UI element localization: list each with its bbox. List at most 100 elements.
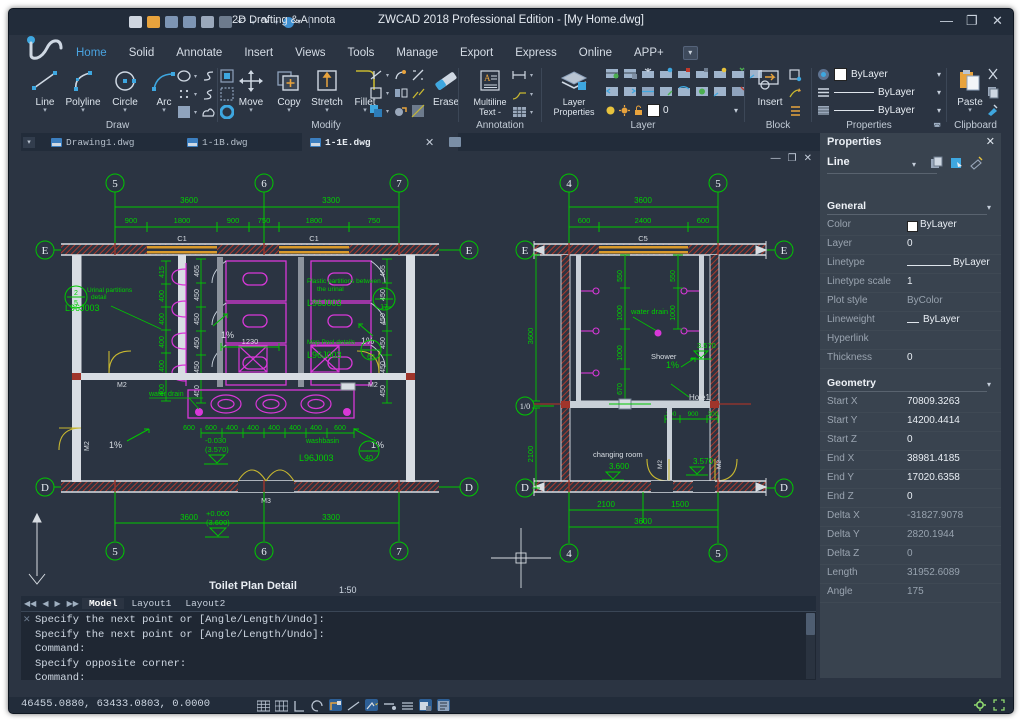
properties-close-button[interactable]: ✕ bbox=[986, 135, 995, 148]
section-header-general[interactable]: General ▾ bbox=[820, 199, 1001, 215]
layer-merge-icon[interactable] bbox=[641, 85, 656, 100]
match-properties-icon[interactable] bbox=[986, 103, 1001, 118]
print-icon[interactable] bbox=[201, 16, 214, 28]
property-row-delta-y[interactable]: Delta Y 2820.1944 bbox=[820, 526, 1001, 546]
linetype-combo-caret-icon[interactable]: ▾ bbox=[937, 88, 941, 97]
trim-caret-icon[interactable]: ▾ bbox=[386, 72, 389, 79]
osnap-icon[interactable] bbox=[329, 699, 342, 711]
point-caret-icon[interactable]: ▾ bbox=[194, 91, 197, 98]
status-toggles[interactable] bbox=[257, 699, 450, 711]
section-caret-icon[interactable]: ▾ bbox=[987, 380, 991, 389]
command-close-icon[interactable]: ✕ bbox=[23, 614, 31, 625]
quick-select-icon[interactable] bbox=[930, 156, 944, 170]
stretch-dropdown-icon[interactable]: ▾ bbox=[307, 108, 347, 114]
offset-caret-icon[interactable]: ▾ bbox=[386, 90, 389, 97]
layer-turn-on-icon[interactable] bbox=[713, 67, 728, 82]
nav-prev-icon[interactable]: ◀ bbox=[39, 599, 51, 608]
layer-freeze-icon[interactable] bbox=[641, 67, 656, 82]
pick-icon[interactable] bbox=[950, 156, 964, 170]
layer-next-icon[interactable] bbox=[623, 85, 638, 100]
tab-views[interactable]: Views bbox=[284, 44, 336, 62]
layer-unlock-icon[interactable] bbox=[695, 67, 710, 82]
stretch-small-icon[interactable] bbox=[411, 86, 426, 101]
cad-drawing[interactable]: 5 6 7 3600 3300 900 bbox=[21, 151, 816, 596]
move-dropdown-icon[interactable]: ▾ bbox=[231, 108, 271, 114]
ribbon-tabs[interactable]: Home Solid Annotate Insert Views Tools M… bbox=[65, 42, 698, 64]
trim-icon[interactable] bbox=[369, 68, 384, 83]
property-row-start-x[interactable]: Start X 70809.3263 bbox=[820, 393, 1001, 413]
hatch-caret-icon[interactable]: ▾ bbox=[194, 109, 197, 116]
tab-annotate[interactable]: Annotate bbox=[165, 44, 233, 62]
layer-lock-icon[interactable] bbox=[677, 67, 692, 82]
linear-dimension-icon[interactable] bbox=[511, 68, 526, 83]
annotation-scale-icon[interactable] bbox=[437, 699, 450, 711]
tab-manage[interactable]: Manage bbox=[385, 44, 449, 62]
property-row-delta-z[interactable]: Delta Z 0 bbox=[820, 545, 1001, 565]
polar-icon[interactable] bbox=[311, 699, 324, 711]
object-type-caret-icon[interactable]: ▾ bbox=[912, 160, 916, 169]
layer-combo-caret-icon[interactable]: ▾ bbox=[734, 106, 738, 115]
layer-change-icon[interactable] bbox=[677, 85, 692, 100]
ellipse-caret-icon[interactable]: ▾ bbox=[194, 73, 197, 80]
property-row-length[interactable]: Length 31952.6089 bbox=[820, 564, 1001, 584]
section-header-geometry[interactable]: Geometry ▾ bbox=[820, 376, 1001, 392]
property-row-layer[interactable]: Layer 0 bbox=[820, 235, 1001, 255]
nav-first-icon[interactable]: ◀◀ bbox=[21, 599, 39, 608]
layer-walk-icon[interactable] bbox=[713, 85, 728, 100]
point-icon[interactable] bbox=[177, 87, 192, 102]
status-right-icons[interactable] bbox=[974, 699, 1005, 711]
multiline-text-button[interactable]: A Multiline Text - bbox=[466, 66, 514, 117]
erase-button[interactable]: Erase bbox=[426, 66, 466, 108]
layout-tabs[interactable]: ◀◀ ◀ ▶ ▶▶ Model Layout1 Layout2 bbox=[21, 596, 816, 611]
maximize-button[interactable]: ❐ bbox=[966, 12, 981, 30]
rotate-icon[interactable] bbox=[393, 104, 408, 119]
nav-next-icon[interactable]: ▶ bbox=[51, 599, 63, 608]
copy-clip-icon[interactable] bbox=[986, 85, 1001, 100]
tab-home[interactable]: Home bbox=[65, 44, 118, 62]
scale-icon[interactable] bbox=[411, 68, 426, 83]
doctab-1-1b[interactable]: 1-1B.dwg bbox=[179, 133, 307, 151]
camera-icon[interactable] bbox=[129, 16, 142, 28]
leader-icon[interactable] bbox=[511, 87, 526, 102]
layer-previous-icon[interactable] bbox=[605, 85, 620, 100]
tab-layout1[interactable]: Layout1 bbox=[124, 598, 178, 609]
tab-insert[interactable]: Insert bbox=[233, 44, 284, 62]
lineweight-toggle-icon[interactable] bbox=[383, 699, 396, 711]
block-list-icon[interactable] bbox=[788, 104, 803, 119]
current-layer-combo[interactable]: 0 ▾ bbox=[605, 103, 738, 117]
tab-model[interactable]: Model bbox=[82, 598, 125, 609]
layer-isolate-icon[interactable] bbox=[605, 67, 620, 82]
tab-tools[interactable]: Tools bbox=[337, 44, 386, 62]
paste-dropdown-icon[interactable]: ▾ bbox=[950, 108, 990, 114]
property-row-linetype[interactable]: Linetype ByLayer bbox=[820, 254, 1001, 274]
circle-button[interactable]: Circle ▾ bbox=[105, 66, 145, 114]
ortho-icon[interactable] bbox=[293, 699, 306, 711]
object-lineweight-combo[interactable]: ByLayer ▾ bbox=[817, 103, 941, 118]
define-attribute-icon[interactable] bbox=[788, 86, 803, 101]
polyline-dropdown-icon[interactable]: ▾ bbox=[63, 108, 103, 114]
nav-last-icon[interactable]: ▶▶ bbox=[64, 599, 82, 608]
minimize-button[interactable]: — bbox=[940, 12, 955, 30]
edit-hatch-icon[interactable] bbox=[411, 104, 426, 119]
property-row-start-y[interactable]: Start Y 14200.4414 bbox=[820, 412, 1001, 432]
tab-express[interactable]: Express bbox=[504, 44, 568, 62]
saveas-icon[interactable] bbox=[183, 16, 196, 28]
lineweight-combo-caret-icon[interactable]: ▾ bbox=[937, 106, 941, 115]
toggle-icon[interactable] bbox=[970, 156, 984, 170]
array-icon[interactable] bbox=[369, 104, 384, 119]
array-caret-icon[interactable]: ▾ bbox=[386, 108, 389, 115]
helix-icon[interactable] bbox=[201, 87, 216, 102]
property-row-lineweight[interactable]: Lineweight ByLayer bbox=[820, 311, 1001, 331]
line-dropdown-icon[interactable]: ▾ bbox=[25, 108, 65, 114]
grid-icon[interactable] bbox=[257, 699, 270, 711]
circle-dropdown-icon[interactable]: ▾ bbox=[105, 108, 145, 114]
mirror-icon[interactable] bbox=[393, 86, 408, 101]
block-editor-icon[interactable] bbox=[788, 68, 803, 83]
hatch-icon[interactable] bbox=[177, 105, 192, 120]
dim-caret-icon[interactable]: ▾ bbox=[530, 72, 533, 79]
drawing-canvas[interactable]: — ❐ ✕ 5 6 7 bbox=[21, 151, 816, 596]
otrack-icon[interactable] bbox=[347, 699, 360, 711]
explode-icon[interactable] bbox=[393, 68, 408, 83]
tab-layout2[interactable]: Layout2 bbox=[178, 598, 232, 609]
property-row-thickness[interactable]: Thickness 0 bbox=[820, 349, 1001, 369]
